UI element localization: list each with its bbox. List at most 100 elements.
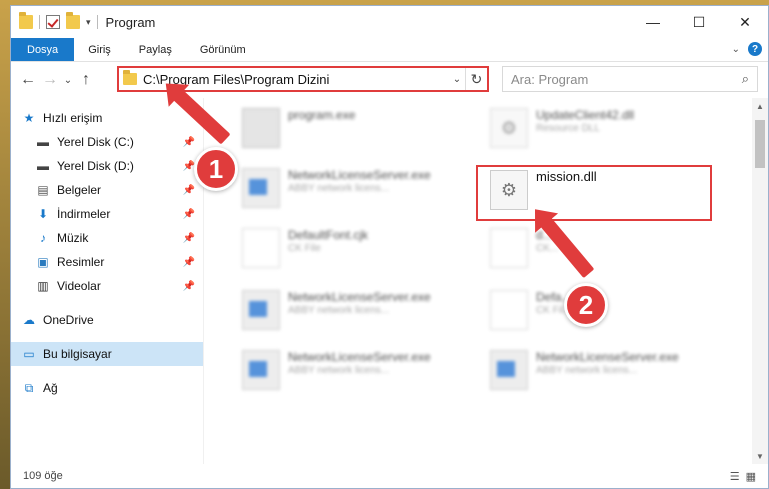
sidebar-item-label: Resimler — [57, 255, 105, 269]
drive-icon: ▬ — [37, 135, 49, 149]
item-count: 109 öğe — [23, 470, 63, 482]
ribbon-tabs: Dosya Giriş Paylaş Görünüm ⌄ ? — [11, 38, 768, 62]
new-folder-icon[interactable] — [66, 12, 80, 29]
pin-icon[interactable]: 📌 — [183, 233, 195, 244]
download-icon: ⬇ — [37, 207, 49, 221]
sidebar-item-onedrive[interactable]: ☁ OneDrive — [11, 308, 203, 332]
tab-home[interactable]: Giriş — [74, 38, 125, 61]
file-icon — [242, 228, 280, 268]
sidebar-item-this-pc[interactable]: ▭ Bu bilgisayar — [11, 342, 203, 366]
sidebar-item-label: Videolar — [57, 279, 101, 293]
scroll-thumb[interactable] — [755, 120, 765, 168]
maximize-button[interactable]: ☐ — [676, 6, 722, 38]
step-badge-2: 2 — [564, 283, 608, 327]
help-icon[interactable]: ? — [748, 42, 762, 56]
sidebar-item-drive-d[interactable]: ▬ Yerel Disk (D:) 📌 — [11, 154, 203, 178]
folder-icon — [123, 70, 137, 85]
scroll-up-icon[interactable]: ▲ — [752, 98, 768, 114]
sidebar-item-downloads[interactable]: ⬇ İndirmeler 📌 — [11, 202, 203, 226]
file-name: UpdateClient42.dll — [536, 108, 635, 122]
refresh-icon[interactable]: ↻ — [465, 68, 487, 90]
quick-access-toolbar: ▾ — [11, 12, 98, 29]
back-arrow-icon[interactable]: ← — [17, 71, 39, 89]
exe-file-icon — [242, 350, 280, 390]
file-desc: ABBY network licens... — [288, 305, 389, 316]
sidebar-item-label: Hızlı erişim — [43, 111, 103, 125]
file-desc: ABBY network licens... — [288, 183, 389, 194]
file-item[interactable]: NetworkLicenseServer.exe ABBY network lic… — [242, 350, 472, 400]
videos-icon: ▥ — [37, 279, 49, 293]
address-dropdown-icon[interactable]: ⌄ — [449, 74, 465, 85]
search-input[interactable]: Ara: Program ⌕ — [502, 66, 758, 92]
file-desc: Resource DLL — [536, 123, 600, 134]
sidebar-item-drive-c[interactable]: ▬ Yerel Disk (C:) 📌 — [11, 130, 203, 154]
properties-icon[interactable] — [46, 15, 60, 29]
pin-icon[interactable]: 📌 — [183, 185, 195, 196]
sidebar-item-documents[interactable]: ▤ Belgeler 📌 — [11, 178, 203, 202]
dll-file-icon: ⚙ — [490, 170, 528, 210]
sidebar-item-videos[interactable]: ▥ Videolar 📌 — [11, 274, 203, 298]
forward-arrow-icon[interactable]: → — [39, 71, 61, 89]
customize-dropdown-icon[interactable]: ▾ — [86, 17, 91, 28]
sidebar-item-quick-access[interactable]: ★ Hızlı erişim — [11, 106, 203, 130]
file-item[interactable]: NetworkLicenseServer.exe ABBY network lic… — [242, 168, 472, 218]
music-icon: ♪ — [40, 231, 46, 245]
tab-file[interactable]: Dosya — [11, 38, 75, 61]
file-icon — [490, 290, 528, 330]
file-name: program.exe — [288, 108, 356, 122]
folder-icon — [19, 12, 33, 29]
explorer-window: ▾ Program — ☐ ✕ Dosya Giriş Paylaş Görün… — [10, 5, 769, 489]
sidebar-item-label: Yerel Disk (C:) — [57, 135, 134, 149]
file-item[interactable]: ⚙ UpdateClient42.dll Resource DLL — [490, 108, 720, 158]
sidebar-item-label: İndirmeler — [57, 207, 111, 221]
sidebar-item-label: Ağ — [43, 381, 58, 395]
computer-icon: ▭ — [23, 347, 35, 361]
sidebar-item-pictures[interactable]: ▣ Resimler 📌 — [11, 250, 203, 274]
file-item[interactable]: program.exe — [242, 108, 472, 158]
pin-icon[interactable]: 📌 — [183, 257, 195, 268]
window-title: Program — [105, 14, 156, 30]
file-item[interactable]: NetworkLicenseServer.exe ABBY network lic… — [242, 290, 472, 340]
file-name: NetworkLicenseServer.exe — [288, 350, 431, 364]
pin-icon[interactable]: 📌 — [183, 137, 195, 148]
search-icon[interactable]: ⌕ — [742, 71, 749, 87]
star-icon: ★ — [23, 111, 35, 125]
file-name: NetworkLicenseServer.exe — [288, 290, 431, 304]
program-icon — [242, 108, 280, 148]
exe-file-icon — [242, 290, 280, 330]
large-icons-view-icon[interactable]: ▦ — [746, 470, 756, 483]
file-item[interactable]: d... CK... — [490, 228, 720, 278]
documents-icon: ▤ — [37, 183, 49, 197]
exe-file-icon — [490, 350, 528, 390]
network-icon: ⧉ — [24, 380, 34, 395]
step-badge-1: 1 — [194, 147, 238, 191]
sidebar-item-music[interactable]: ♪ Müzik 📌 — [11, 226, 203, 250]
tab-share[interactable]: Paylaş — [125, 38, 186, 61]
pin-icon[interactable]: 📌 — [183, 281, 195, 292]
pin-icon[interactable]: 📌 — [183, 209, 195, 220]
search-placeholder[interactable]: Ara: Program — [511, 72, 588, 87]
sidebar-item-label: Belgeler — [57, 183, 102, 197]
up-arrow-icon[interactable]: ↑ — [75, 71, 97, 89]
status-bar: 109 öğe ☰ ▦ — [11, 464, 768, 488]
tab-view[interactable]: Görünüm — [186, 38, 260, 61]
scroll-down-icon[interactable]: ▼ — [752, 448, 768, 464]
recent-dropdown-icon[interactable]: ⌄ — [61, 75, 75, 86]
file-name: mission.dll — [536, 169, 597, 184]
expand-ribbon-icon[interactable]: ⌄ — [732, 44, 740, 55]
cloud-icon: ☁ — [23, 313, 35, 327]
file-item-mission[interactable]: ⚙ mission.dll — [490, 170, 720, 220]
minimize-button[interactable]: — — [630, 6, 676, 38]
file-item[interactable]: NetworkLicenseServer.exe ABBY network lic… — [490, 350, 720, 400]
file-icon — [490, 228, 528, 268]
sidebar-item-label: OneDrive — [43, 313, 94, 327]
close-button[interactable]: ✕ — [722, 6, 768, 38]
file-item[interactable]: DefaultFont.cjk CK File — [242, 228, 472, 278]
sidebar-item-network[interactable]: ⧉ Ağ — [11, 376, 203, 400]
file-desc: CK File — [288, 243, 321, 254]
details-view-icon[interactable]: ☰ — [730, 470, 740, 483]
exe-file-icon — [242, 168, 280, 208]
vertical-scrollbar[interactable]: ▲ ▼ — [752, 98, 768, 464]
sidebar-item-label: Bu bilgisayar — [43, 347, 112, 361]
pictures-icon: ▣ — [37, 255, 49, 269]
